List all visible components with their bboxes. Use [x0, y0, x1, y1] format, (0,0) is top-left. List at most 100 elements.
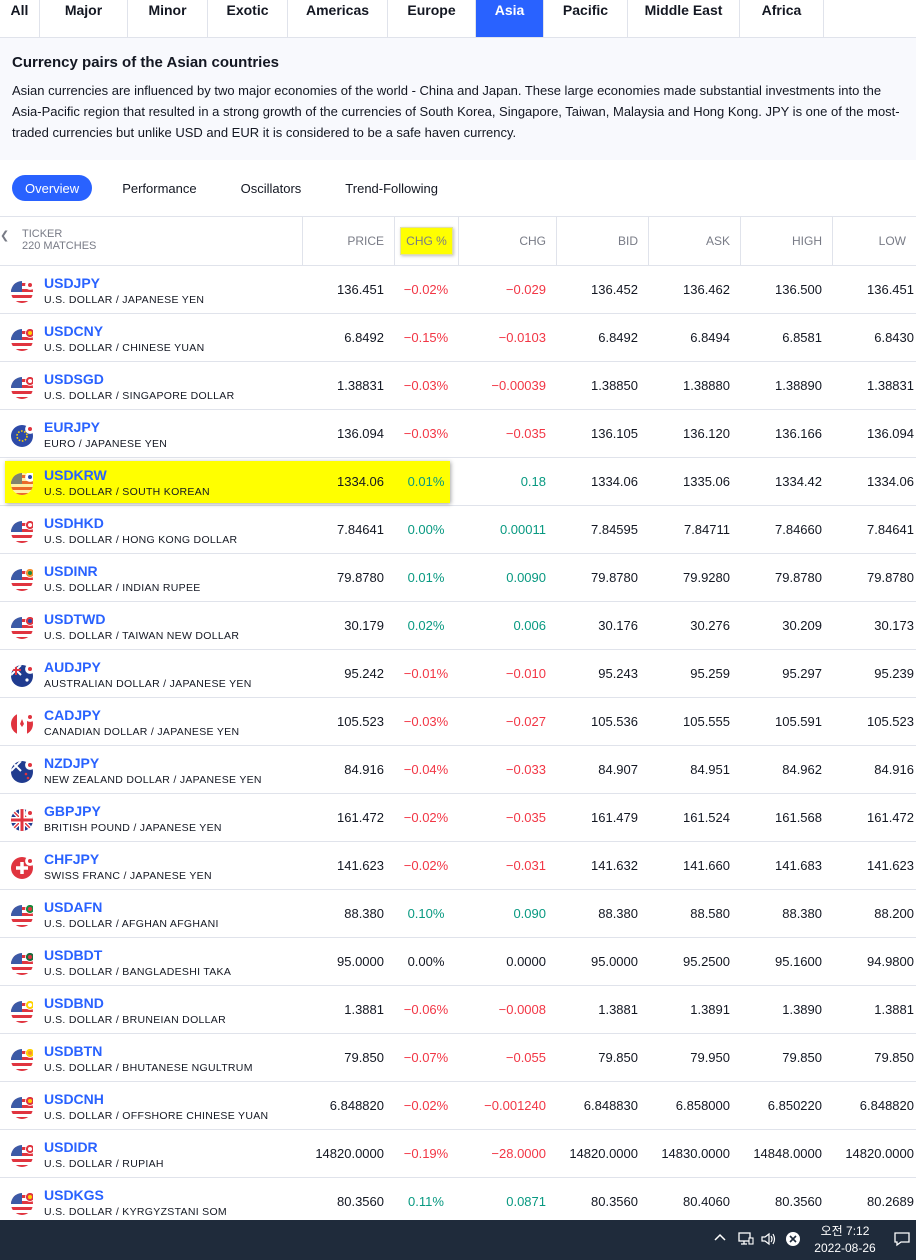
ticker-symbol-link[interactable]: USDKGS: [44, 1187, 104, 1203]
cell-price: 30.179: [344, 618, 384, 633]
cell-low: 95.239: [874, 666, 914, 681]
network-icon[interactable]: [737, 1231, 755, 1250]
view-tabs: Overview Performance Oscillators Trend-Foll…: [0, 160, 916, 216]
table-row[interactable]: USDCNH U.S. DOLLAR / OFFSHORE CHINESE YUA…: [0, 1082, 916, 1130]
table-row[interactable]: USDKGS U.S. DOLLAR / KYRGYZSTANI SOM 80.35…: [0, 1178, 916, 1226]
region-tab-asia[interactable]: Asia: [476, 0, 544, 37]
view-tab-overview[interactable]: Overview: [12, 175, 93, 201]
scroll-left-icon[interactable]: ❮: [0, 229, 9, 242]
ticker-symbol-link[interactable]: GBPJPY: [44, 803, 101, 819]
column-header-low[interactable]: LOW: [832, 217, 916, 265]
column-header-ask[interactable]: ASK: [648, 217, 740, 265]
table-row[interactable]: USDTWD U.S. DOLLAR / TAIWAN NEW DOLLAR 30.…: [0, 602, 916, 650]
region-tab-minor[interactable]: Minor: [128, 0, 208, 37]
column-header-price[interactable]: PRICE: [302, 217, 394, 265]
column-header-chg[interactable]: CHG %: [394, 217, 458, 265]
ticker-description: U.S. DOLLAR / SINGAPORE DOLLAR: [44, 390, 235, 402]
region-tab-europe[interactable]: Europe: [388, 0, 476, 37]
region-tab-all[interactable]: All: [0, 0, 40, 37]
column-header-bid[interactable]: BID: [556, 217, 648, 265]
table-row[interactable]: USDIDR U.S. DOLLAR / RUPIAH 14820.0000 −0.1…: [0, 1130, 916, 1178]
cell-chg: −0.035: [505, 426, 546, 441]
us-bd-flag-icon: [11, 952, 35, 975]
ticker-symbol-link[interactable]: NZDJPY: [44, 755, 99, 771]
cell-bid: 95.0000: [591, 954, 638, 969]
ticker-symbol-link[interactable]: USDINR: [44, 563, 98, 579]
ticker-description: EURO / JAPANESE YEN: [44, 438, 168, 450]
region-tab-americas[interactable]: Americas: [288, 0, 388, 37]
cell-chg: 0.00011: [499, 522, 546, 537]
cell-chg-pct: −0.19%: [403, 1146, 449, 1161]
table-row[interactable]: USDBTN U.S. DOLLAR / BHUTANESE NGULTRUM 79…: [0, 1034, 916, 1082]
cell-chg: −0.0103: [498, 330, 546, 345]
cell-low: 14820.0000: [845, 1146, 914, 1161]
ticker-symbol-link[interactable]: USDAFN: [44, 899, 102, 915]
table-row[interactable]: USDSGD U.S. DOLLAR / SINGAPORE DOLLAR 1.38…: [0, 362, 916, 410]
cell-low: 136.451: [867, 282, 914, 297]
region-tab-exotic[interactable]: Exotic: [208, 0, 288, 37]
ticker-symbol-link[interactable]: USDHKD: [44, 515, 104, 531]
table-row[interactable]: USDBND U.S. DOLLAR / BRUNEIAN DOLLAR 1.388…: [0, 986, 916, 1034]
intro-description: Asian currencies are influenced by two m…: [12, 83, 900, 140]
table-row[interactable]: EURJPY EURO / JAPANESE YEN 136.094 −0.03% −0…: [0, 410, 916, 458]
view-tab-trend-following[interactable]: Trend-Following: [345, 175, 438, 201]
ticker-symbol-link[interactable]: USDIDR: [44, 1139, 98, 1155]
ticker-description: U.S. DOLLAR / SOUTH KOREAN: [44, 486, 210, 498]
cell-bid: 1.3881: [598, 1002, 638, 1017]
ticker-symbol-link[interactable]: USDBDT: [44, 947, 102, 963]
notification-icon[interactable]: [893, 1231, 911, 1250]
ticker-symbol-link[interactable]: USDKRW: [44, 467, 107, 483]
ticker-symbol-link[interactable]: AUDJPY: [44, 659, 101, 675]
table-row[interactable]: USDCNY U.S. DOLLAR / CHINESE YUAN 6.8492 −0…: [0, 314, 916, 362]
region-tab-pacific[interactable]: Pacific: [544, 0, 628, 37]
ticker-symbol-link[interactable]: USDSGD: [44, 371, 104, 387]
ticker-symbol-link[interactable]: EURJPY: [44, 419, 100, 435]
cell-high: 105.591: [775, 714, 822, 729]
ticker-description: U.S. DOLLAR / KYRGYZSTANI SOM: [44, 1206, 227, 1218]
table-header: ❮ TICKER 220 MATCHES PRICE CHG % CHG BID ASK…: [0, 216, 916, 266]
column-header-chg[interactable]: CHG: [458, 217, 556, 265]
chevron-up-icon[interactable]: [713, 1231, 727, 1248]
ticker-symbol-link[interactable]: CADJPY: [44, 707, 101, 723]
us-in-flag-icon: [11, 568, 35, 591]
taskbar-clock[interactable]: 오전 7:12 2022-08-26: [810, 1223, 880, 1257]
cell-chg-pct: −0.03%: [403, 426, 449, 441]
view-tab-oscillators[interactable]: Oscillators: [241, 175, 302, 201]
cell-chg-pct: −0.03%: [403, 714, 449, 729]
ticker-symbol-link[interactable]: USDTWD: [44, 611, 105, 627]
ticker-column-header[interactable]: TICKER 220 MATCHES: [22, 228, 96, 252]
ime-status-icon[interactable]: [785, 1231, 801, 1250]
volume-icon[interactable]: [760, 1231, 778, 1250]
table-row[interactable]: CADJPY CANADIAN DOLLAR / JAPANESE YEN 105.…: [0, 698, 916, 746]
region-tab-middle-east[interactable]: Middle East: [628, 0, 740, 37]
ticker-symbol-link[interactable]: USDJPY: [44, 275, 100, 291]
table-row[interactable]: USDKRW U.S. DOLLAR / SOUTH KOREAN 1334.06 0…: [0, 458, 916, 506]
table-row[interactable]: GBPJPY BRITISH POUND / JAPANESE YEN 161.47…: [0, 794, 916, 842]
view-tab-performance[interactable]: Performance: [122, 175, 196, 201]
ticker-symbol-link[interactable]: USDCNY: [44, 323, 103, 339]
table-row[interactable]: USDBDT U.S. DOLLAR / BANGLADESHI TAKA 95.0…: [0, 938, 916, 986]
cell-high: 84.962: [782, 762, 822, 777]
table-row[interactable]: USDHKD U.S. DOLLAR / HONG KONG DOLLAR 7.84…: [0, 506, 916, 554]
cell-bid: 161.479: [591, 810, 638, 825]
table-row[interactable]: NZDJPY NEW ZEALAND DOLLAR / JAPANESE YEN 8…: [0, 746, 916, 794]
ticker-symbol-link[interactable]: CHFJPY: [44, 851, 99, 867]
table-row[interactable]: USDINR U.S. DOLLAR / INDIAN RUPEE 79.8780 0…: [0, 554, 916, 602]
column-header-high[interactable]: HIGH: [740, 217, 832, 265]
cell-price: 105.523: [337, 714, 384, 729]
region-tab-africa[interactable]: Africa: [740, 0, 824, 37]
cell-high: 79.850: [782, 1050, 822, 1065]
column-label: ASK: [705, 234, 730, 248]
table-row[interactable]: CHFJPY SWISS FRANC / JAPANESE YEN 141.623 −…: [0, 842, 916, 890]
cell-chg-pct: 0.10%: [407, 906, 445, 921]
table-row[interactable]: USDAFN U.S. DOLLAR / AFGHAN AFGHANI 88.380…: [0, 890, 916, 938]
ticker-symbol-link[interactable]: USDBND: [44, 995, 104, 1011]
cell-ask: 136.462: [683, 282, 730, 297]
table-row[interactable]: AUDJPY AUSTRALIAN DOLLAR / JAPANESE YEN 95…: [0, 650, 916, 698]
region-tab-major[interactable]: Major: [40, 0, 128, 37]
table-row[interactable]: USDJPY U.S. DOLLAR / JAPANESE YEN 136.451 −…: [0, 266, 916, 314]
ticker-symbol-link[interactable]: USDCNH: [44, 1091, 104, 1107]
ticker-symbol-link[interactable]: USDBTN: [44, 1043, 102, 1059]
us-kg-flag-icon: [11, 1192, 35, 1215]
gb-jp-flag-icon: [11, 808, 35, 831]
